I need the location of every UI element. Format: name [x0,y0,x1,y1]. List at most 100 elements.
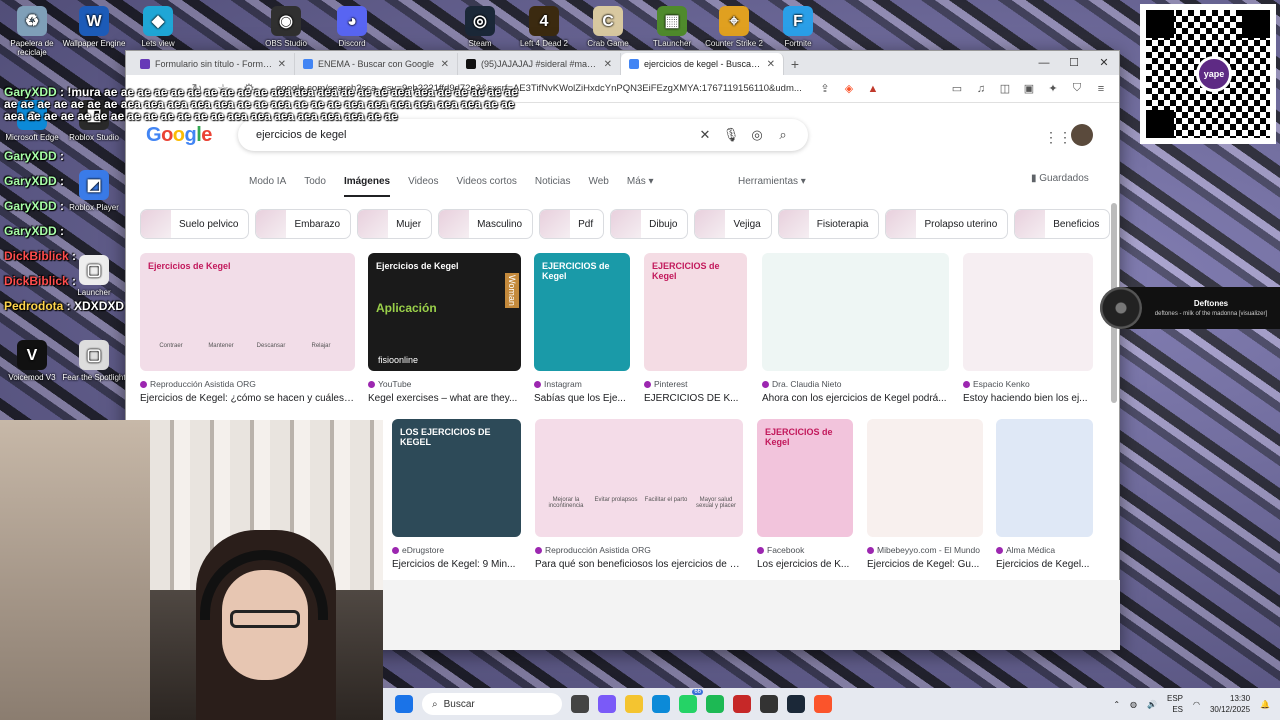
result-thumbnail[interactable]: LOS EJERCICIOS DE KEGEL [392,419,521,537]
share-icon[interactable]: ⇪ [817,82,833,95]
result-thumbnail[interactable] [762,253,949,371]
filter-chip[interactable]: Beneficios [1014,209,1111,239]
image-result[interactable]: EJERCICIOS de Kegel Pinterest EJERCICIOS D… [644,253,747,404]
desktop-icon[interactable]: W Wallpaper Engine [62,6,126,48]
image-result[interactable]: Espacio Kenko Estoy haciendo bien los ej.… [963,253,1093,404]
spotify-icon[interactable] [706,695,724,713]
clock[interactable]: 13:30 30/12/2025 [1210,693,1250,715]
notifications-icon[interactable]: 🔔 [1260,700,1270,709]
result-source[interactable]: Instagram [534,379,630,389]
result-thumbnail[interactable]: EJERCICIOS de Kegel [757,419,853,537]
result-thumbnail[interactable]: EJERCICIOS de Kegel [534,253,630,371]
desktop-icon[interactable]: ◕ Discord [320,6,384,48]
result-title[interactable]: EJERCICIOS DE K... [644,393,747,404]
desktop-icon[interactable]: ▦ TLauncher [640,6,704,48]
result-source[interactable]: Pinterest [644,379,747,389]
sidebar-icon[interactable]: ◫ [997,82,1013,95]
search-icon[interactable]: ⌕ [770,127,796,143]
browser-tab[interactable]: ENEMA - Buscar con Google ✕ [295,53,458,75]
image-result[interactable]: Mejorar la incontinencia Evitar prolapsos… [535,419,743,570]
result-title[interactable]: Ejercicios de Kegel: Gu... [867,559,983,570]
desktop-icon[interactable]: ◎ Steam [448,6,512,48]
menu-icon[interactable]: ≡ [1093,83,1109,95]
result-thumbnail[interactable] [963,253,1093,371]
edge-icon[interactable] [652,695,670,713]
result-title[interactable]: Kegel exercises – what are they... [368,393,521,404]
steam-icon[interactable] [787,695,805,713]
image-result[interactable]: EJERCICIOS de Kegel Instagram Sabías que l… [534,253,630,404]
chevron-up-icon[interactable]: ⌃ [1113,700,1120,709]
desktop-icon[interactable]: C Crab Game [576,6,640,48]
desktop-icon[interactable]: V Voicemod V3 [0,340,64,382]
filter-chip[interactable]: Pdf [539,209,605,239]
search-tab[interactable]: Noticias [535,176,571,197]
result-thumbnail[interactable]: EJERCICIOS de Kegel [644,253,747,371]
desktop-icon[interactable]: 4 Left 4 Dead 2 [512,6,576,48]
result-title[interactable]: Ejercicios de Kegel: ¿cómo se hacen y cu… [140,393,355,404]
result-source[interactable]: Reproducción Asistida ORG [535,545,743,555]
tab-close-icon[interactable]: ✕ [441,59,449,70]
minimize-button[interactable]: — [1029,51,1059,75]
brave-shield-icon[interactable]: ◈ [841,82,857,95]
desktop-icon[interactable]: ♻ Papelera de reciclaje [0,6,64,57]
tab-close-icon[interactable]: ✕ [604,59,612,70]
volume-icon[interactable]: 🔊 [1147,700,1157,709]
browser-tab[interactable]: Formulario sin título - Formularios de ✕ [132,53,295,75]
result-source[interactable]: eDrugstore [392,545,521,555]
result-source[interactable]: Alma Médica [996,545,1093,555]
maximize-button[interactable]: ☐ [1059,51,1089,75]
image-result[interactable]: LOS EJERCICIOS DE KEGEL eDrugstore Ejercic… [392,419,521,570]
result-source[interactable]: Facebook [757,545,853,555]
image-result[interactable]: Alma Médica Ejercicios de Kegel... [996,419,1093,570]
browser-tab[interactable]: (95)JAJAJAJ #sideral #masoku #pa ✕ [458,53,621,75]
browser-tab[interactable]: ejercicios de kegel - Buscar con ✕ [621,53,784,75]
filter-chip[interactable]: Vejiga [694,209,772,239]
filter-chip[interactable]: Dibujo [610,209,689,239]
search-tab[interactable]: Más ▾ [627,176,654,197]
xbox-icon[interactable] [760,695,778,713]
task-view-icon[interactable] [571,695,589,713]
result-thumbnail[interactable]: Mejorar la incontinencia Evitar prolapsos… [535,419,743,537]
result-thumbnail[interactable] [996,419,1093,537]
result-title[interactable]: Estoy haciendo bien los ej... [963,393,1093,404]
result-source[interactable]: Mibebeyyo.com - El Mundo [867,545,983,555]
rewards-icon[interactable]: ▲ [865,83,881,95]
image-result[interactable]: EJERCICIOS de Kegel Facebook Los ejercicio… [757,419,853,570]
search-tab[interactable]: Web [588,176,608,197]
result-source[interactable]: YouTube [368,379,521,389]
tab-close-icon[interactable]: ✕ [278,59,286,70]
result-source[interactable]: Reproducción Asistida ORG [140,379,355,389]
windows-start-icon[interactable] [395,695,413,713]
image-result[interactable]: Dra. Claudia Nieto Ahora con los ejercici… [762,253,949,404]
language-indicator[interactable]: ESP ES [1167,693,1183,715]
network-icon[interactable]: ◍ [1130,700,1137,709]
taskbar-search[interactable]: ⌕ Buscar [422,693,562,715]
vpn-icon[interactable]: ⛉ [1069,82,1085,95]
result-title[interactable]: Para qué son beneficiosos los ejercicios… [535,559,743,570]
result-title[interactable]: Los ejercicios de K... [757,559,853,570]
result-source[interactable]: Espacio Kenko [963,379,1093,389]
result-title[interactable]: Ahora con los ejercicios de Kegel podrá.… [762,393,949,404]
avatar[interactable] [1071,124,1093,146]
desktop-icon[interactable]: ⌖ Counter Strike 2 [702,6,766,48]
filter-chip[interactable]: Prolapso uterino [885,209,1009,239]
app-red-icon[interactable] [733,695,751,713]
wifi-icon[interactable]: ◠ [1193,700,1200,709]
result-title[interactable]: Ejercicios de Kegel... [996,559,1093,570]
desktop-icon[interactable]: ◆ Lets view [126,6,190,48]
filter-chip[interactable]: Fisioterapia [777,209,880,239]
microphone-icon[interactable]: 🎙 [718,127,744,143]
media-icon[interactable]: ♫ [973,83,989,95]
file-explorer-icon[interactable] [625,695,643,713]
saved-button[interactable]: ▮ Guardados [1031,173,1089,184]
new-tab-button[interactable]: + [784,53,806,75]
result-title[interactable]: Ejercicios de Kegel: 9 Min... [392,559,521,570]
whatsapp-icon[interactable]: 66 [679,689,703,713]
tools-menu[interactable]: Herramientas ▾ [738,176,806,187]
brave-icon[interactable] [814,695,832,713]
wallet-icon[interactable]: ▣ [1021,82,1037,95]
result-source[interactable]: Dra. Claudia Nieto [762,379,949,389]
clear-icon[interactable]: ✕ [692,127,718,143]
desktop-icon[interactable]: F Fortnite [766,6,830,48]
result-thumbnail[interactable] [867,419,983,537]
